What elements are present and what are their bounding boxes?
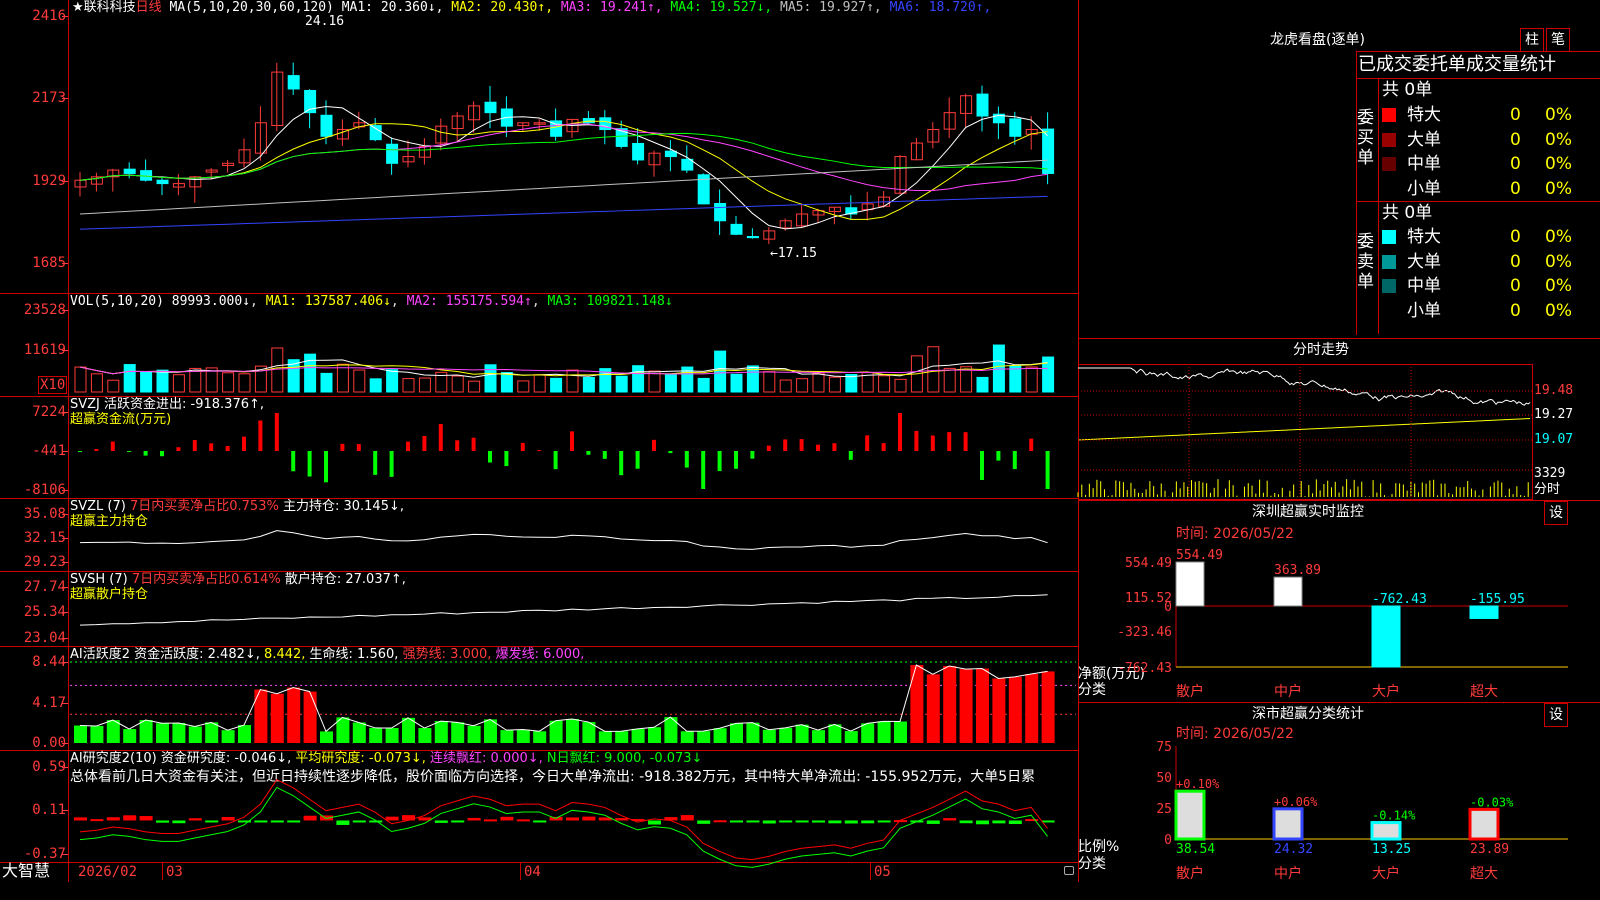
mon-value-label: -155.95 — [1470, 592, 1525, 607]
mon-y-label: 0 — [1164, 600, 1172, 615]
mon-category-label: 中户 — [1274, 683, 1302, 700]
right-charts: 554.49115.520-323.46-762.43554.49散户363.8… — [1077, 364, 1568, 882]
cls-change-label: -0.03% — [1470, 795, 1514, 809]
cls-value-label: 24.32 — [1274, 842, 1313, 857]
cls-category-label: 中户 — [1274, 865, 1302, 882]
mon-value-label: 554.49 — [1176, 548, 1223, 563]
cls-value-label: 38.54 — [1176, 842, 1215, 857]
mon-y-label: -762.43 — [1117, 661, 1172, 676]
cls-bar — [1174, 789, 1206, 841]
cls-bar — [1272, 807, 1304, 841]
mon-y-label: -323.46 — [1117, 625, 1172, 640]
mon-value-label: -762.43 — [1372, 592, 1427, 607]
cls-change-label: +0.10% — [1176, 777, 1220, 791]
cls-category-label: 大户 — [1372, 865, 1400, 882]
mon-y-label: 554.49 — [1125, 556, 1172, 571]
cls-change-label: +0.06% — [1274, 795, 1318, 809]
cls-category-label: 散户 — [1176, 865, 1204, 882]
cls-y-label: 0 — [1164, 833, 1172, 848]
cls-value-label: 13.25 — [1372, 842, 1411, 857]
cls-value-label: 23.89 — [1470, 842, 1509, 857]
mon-value-label: 363.89 — [1274, 563, 1321, 578]
mon-bar — [1273, 576, 1303, 607]
cls-change-label: -0.14% — [1372, 809, 1416, 823]
mon-bar — [1175, 561, 1205, 607]
cls-bar — [1370, 821, 1402, 841]
fs-price-line — [1078, 367, 1531, 406]
cls-category-label: 超大 — [1470, 866, 1498, 882]
mon-category-label: 超大 — [1470, 684, 1498, 700]
cls-y-label: 25 — [1156, 802, 1172, 817]
cls-y-label: 75 — [1156, 740, 1172, 755]
cls-bar — [1468, 807, 1500, 841]
mon-bar — [1469, 605, 1499, 619]
fs-avg-line — [1077, 417, 1531, 441]
mon-bar — [1371, 605, 1401, 668]
mon-category-label: 散户 — [1176, 683, 1204, 700]
mon-category-label: 大户 — [1372, 683, 1400, 700]
cls-y-label: 50 — [1156, 771, 1172, 786]
